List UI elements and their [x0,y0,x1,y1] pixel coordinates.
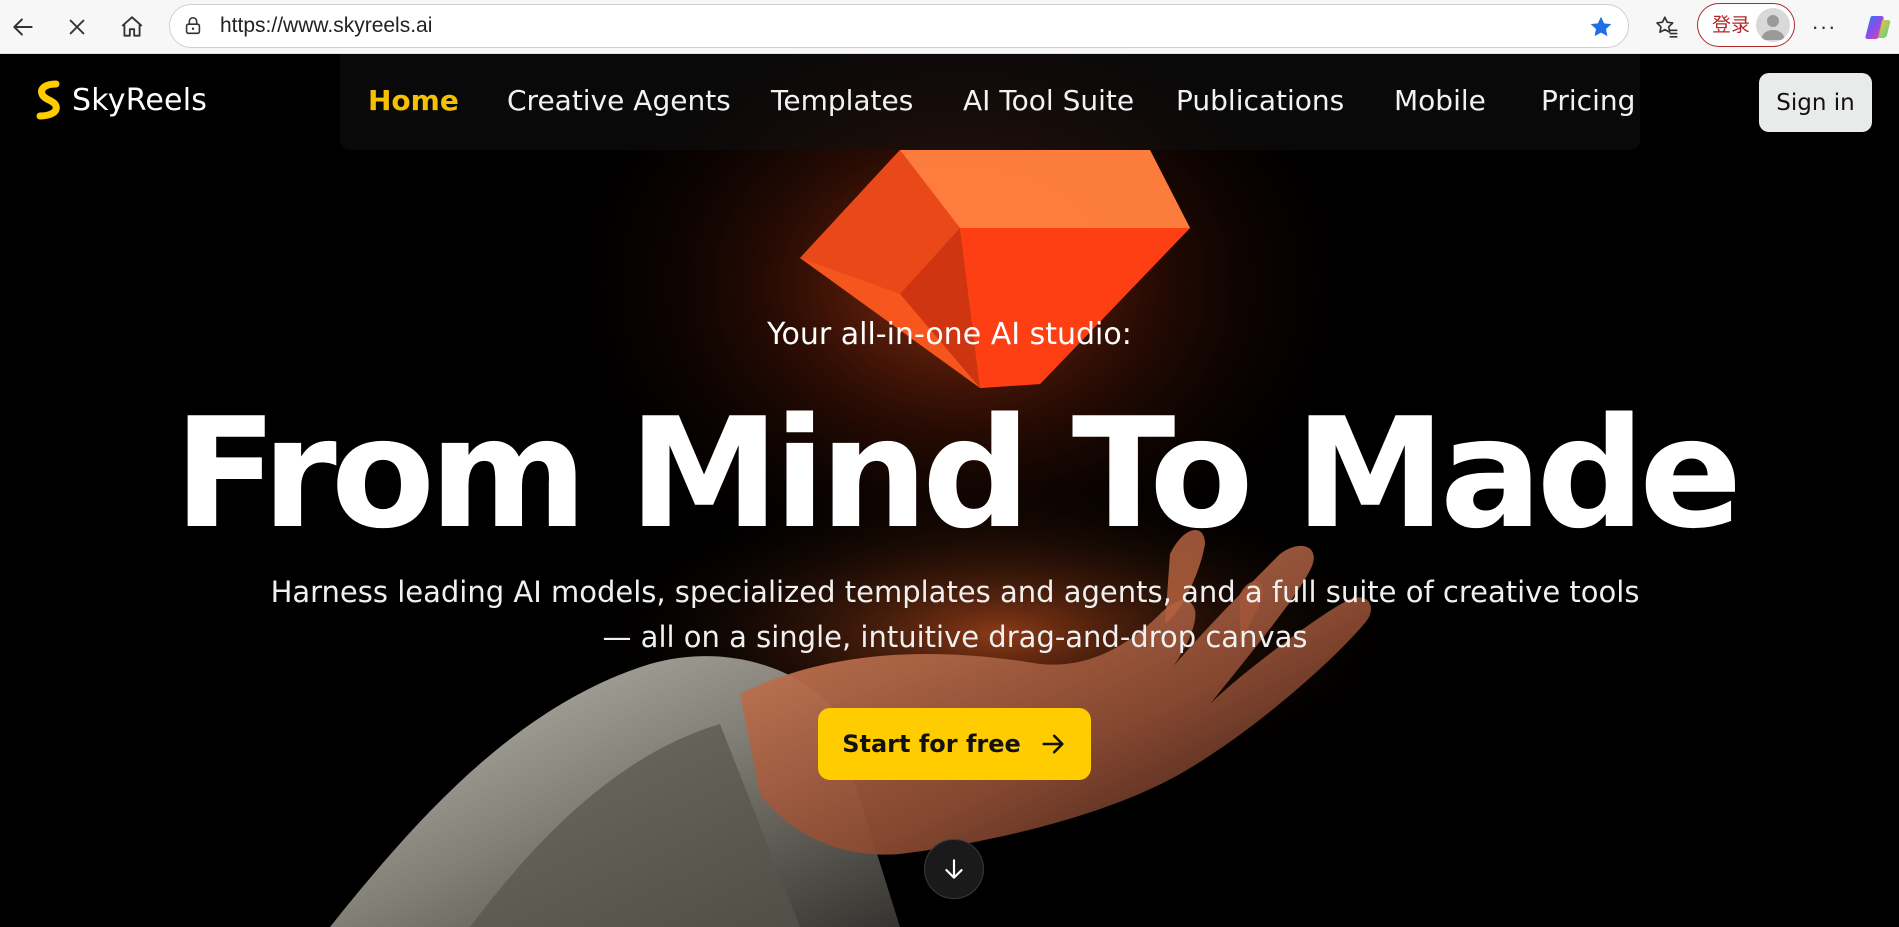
nav-item-publications[interactable]: Publications [1176,84,1344,117]
more-menu-button[interactable]: ··· [1805,8,1843,46]
scroll-down-button[interactable] [924,839,984,899]
login-label: 登录 [1712,14,1751,36]
nav-item-mobile[interactable]: Mobile [1394,84,1486,117]
nav-item-home[interactable]: Home [368,84,459,117]
arrow-right-icon [1042,734,1064,754]
nav-item-creative-agents[interactable]: Creative Agents [507,84,731,117]
browser-toolbar: https://www.skyreels.ai 登录 ··· [0,0,1899,54]
home-button[interactable] [113,8,151,46]
favorites-icon [1656,16,1678,38]
site-logo[interactable]: SkyReels [34,80,207,120]
profile-login-button[interactable]: 登录 [1697,3,1795,47]
nav-item-templates[interactable]: Templates [771,84,913,117]
copilot-button[interactable] [1859,8,1897,46]
stop-loading-button[interactable] [58,8,96,46]
sign-in-button[interactable]: Sign in [1759,73,1872,132]
url-text[interactable]: https://www.skyreels.ai [220,5,432,47]
close-icon [69,19,85,35]
back-arrow-icon [13,18,33,36]
site-header: SkyReels Home Creative Agents Templates … [0,54,1899,150]
hero-headline: From Mind To Made [173,385,1743,562]
lock-icon[interactable] [182,15,204,37]
main-nav: Home Creative Agents Templates AI Tool S… [340,54,1640,150]
hero-subheading-line-2: — all on a single, intuitive drag-and-dr… [602,620,1308,654]
avatar [1756,8,1790,42]
star-icon[interactable] [1588,14,1614,40]
copilot-icon [1865,16,1891,39]
logo-text: SkyReels [72,82,208,118]
arrow-down-icon [945,859,963,879]
favorites-button[interactable] [1648,8,1686,46]
hero-eyebrow: Your all-in-one AI studio: [767,317,1132,352]
hero-subheading-line-1: Harness leading AI models, specialized t… [270,575,1640,609]
back-button[interactable] [4,8,42,46]
address-bar[interactable]: https://www.skyreels.ai [169,4,1629,48]
skyreels-logo-icon [36,80,60,120]
page: SkyReels Home Creative Agents Templates … [0,54,1899,927]
start-for-free-button[interactable]: Start for free [818,708,1091,780]
hero-subheading: Harness leading AI models, specialized t… [260,570,1650,660]
start-for-free-label: Start for free [842,730,1021,758]
nav-item-pricing[interactable]: Pricing [1541,84,1635,117]
nav-item-ai-tool-suite[interactable]: AI Tool Suite [963,84,1134,117]
home-icon [121,16,143,37]
